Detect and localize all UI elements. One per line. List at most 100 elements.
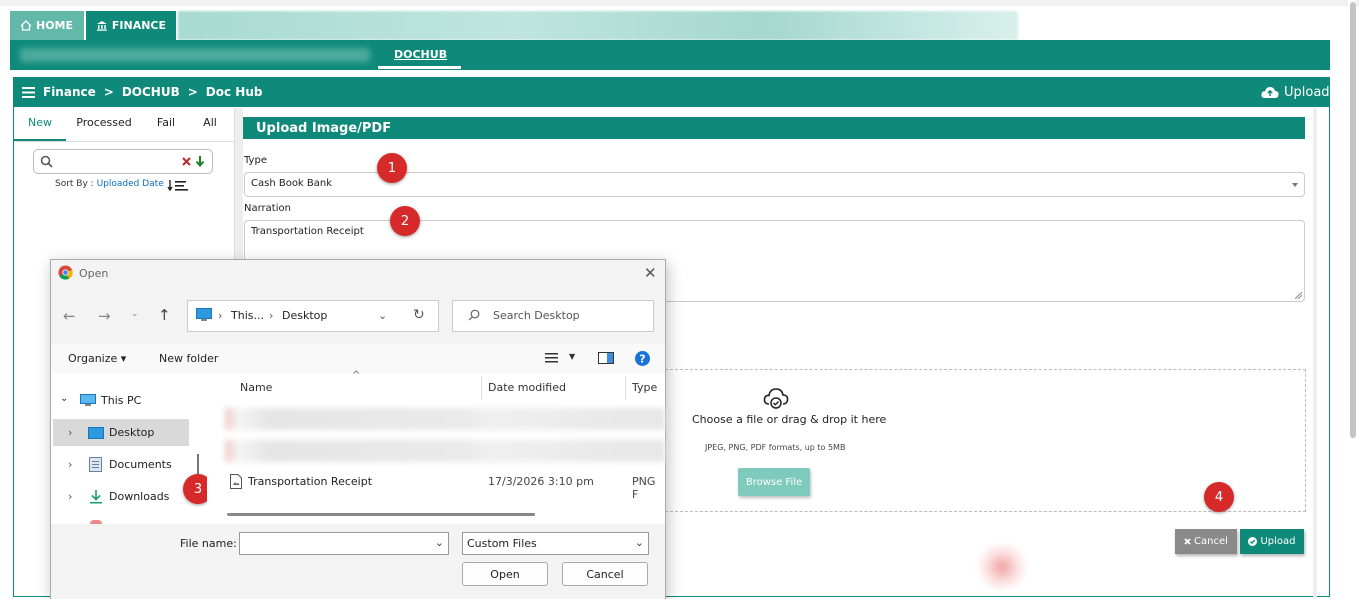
file-list-scrollbar[interactable] [227,513,535,516]
content-gutter-right [1313,108,1317,598]
svg-text:?: ? [639,353,645,366]
blurred-subnav-items [20,48,370,62]
desktop-folder-icon [88,427,104,439]
help-icon[interactable]: ? [635,351,650,366]
column-date-modified[interactable]: Date modified [488,381,566,394]
chevron-down-icon[interactable]: ⌄ [435,536,444,549]
breadcrumb-dochub[interactable]: DOCHUB [122,85,180,99]
new-folder-button[interactable]: New folder [159,352,218,365]
blurred-preview [972,545,1032,589]
upload-button[interactable]: Upload [1240,529,1304,554]
tree-item-documents[interactable]: Documents [109,458,172,471]
expand-documents-icon[interactable]: › [68,458,72,471]
tab-home-label: HOME [36,19,74,32]
resize-handle-icon[interactable] [1295,292,1302,299]
browse-file-button[interactable]: Browse File [738,468,810,496]
tab-fail[interactable]: Fail [142,116,190,140]
organize-menu[interactable]: Organize ▾ [68,352,126,365]
browser-top-strip [0,0,1359,6]
subnav-dochub[interactable]: DOCHUB [394,48,447,61]
preview-pane-icon[interactable] [598,352,614,364]
organize-label: Organize [68,352,118,365]
address-desktop[interactable]: Desktop [282,309,327,322]
upload-section-title: Upload Image/PDF [256,121,392,136]
expand-desktop-icon[interactable]: › [68,426,72,439]
blurred-file-row[interactable] [225,408,665,430]
address-this-pc[interactable]: This... [231,309,264,322]
dialog-search-placeholder: Search Desktop [493,309,580,322]
narration-value: Transportation Receipt [251,226,364,237]
check-circle-icon [1248,537,1258,546]
file-name-label: File name: [180,537,237,550]
breadcrumb-dochub-page: Doc Hub [205,85,263,99]
refresh-icon[interactable]: ↻ [413,307,425,323]
subnav-active-indicator [378,66,461,69]
sort-order-icon[interactable] [167,180,189,191]
dialog-cancel-button[interactable]: Cancel [562,562,648,586]
hamburger-menu-icon[interactable] [22,86,35,98]
view-dropdown-icon[interactable]: ▼ [569,352,575,361]
search-icon [468,309,480,321]
dialog-close-icon[interactable]: ✕ [644,264,657,282]
step-badge-1: 1 [377,153,407,183]
downloads-icon [90,490,102,504]
search-input[interactable] [33,149,213,174]
file-type-select[interactable]: Custom Files ⌄ [462,532,649,555]
status-tabs: New Processed Fail All [14,116,234,140]
tab-finance-label: FINANCE [111,19,166,32]
file-row[interactable]: Transportation Receipt 17/3/2026 3:10 pm… [207,466,665,501]
tab-new[interactable]: New [14,116,66,140]
image-file-icon [230,474,242,489]
column-type[interactable]: Type [632,381,657,394]
expand-downloads-icon[interactable]: › [68,490,72,503]
tree-item-this-pc[interactable]: This PC [101,394,141,407]
cancel-button[interactable]: Cancel [1175,529,1237,554]
header-upload-button[interactable]: Upload [1261,85,1330,100]
upload-label: Upload [1260,536,1296,547]
forward-icon[interactable]: → [98,307,111,325]
column-separator[interactable] [481,376,482,400]
bank-icon [96,21,107,31]
page-scrollbar-thumb[interactable] [1350,2,1356,438]
file-date: 17/3/2026 3:10 pm [488,475,594,488]
address-separator: › [269,309,274,322]
back-icon[interactable]: ← [63,307,76,325]
tree-item-desktop[interactable]: Desktop [109,426,154,439]
recent-locations-icon[interactable]: ⌄ [131,309,139,319]
drop-zone-formats: JPEG, PNG, PDF formats, up to 5MB [705,443,846,452]
sort-by-value[interactable]: Uploaded Date [97,179,164,189]
narration-label: Narration [244,203,291,214]
up-folder-icon[interactable]: ↑ [158,306,171,324]
tab-processed[interactable]: Processed [66,116,142,140]
tree-item-downloads[interactable]: Downloads [109,490,169,503]
close-icon [1184,538,1191,545]
tab-finance[interactable]: FINANCE [86,11,176,40]
type-select-value: Cash Book Bank [251,178,333,189]
address-dropdown-icon[interactable]: ⌄ [378,309,387,322]
chevron-down-icon: ⌄ [634,536,644,549]
upload-section-header [243,117,1305,139]
top-tabs: HOME FINANCE [10,11,176,40]
file-name-input[interactable]: ⌄ [239,532,449,555]
arrow-down-icon[interactable] [195,155,205,167]
type-label: Type [244,155,267,166]
sort-indicator-icon: ^ [352,370,361,381]
cancel-label: Cancel [1194,536,1228,547]
search-icon [40,155,53,168]
file-name: Transportation Receipt [248,475,373,488]
tab-all[interactable]: All [190,116,230,140]
column-separator[interactable] [625,376,626,400]
sort-by-label: Sort By : [55,179,94,189]
column-name[interactable]: Name [240,381,272,394]
cloud-check-icon [763,388,789,409]
view-list-icon[interactable] [545,353,558,363]
clear-icon[interactable] [182,157,191,166]
dialog-open-button[interactable]: Open [462,562,548,586]
file-type-value: Custom Files [467,537,537,550]
documents-icon [89,457,102,472]
tab-home[interactable]: HOME [10,11,84,40]
breadcrumb-finance[interactable]: Finance [43,85,96,99]
expand-this-pc-icon[interactable]: ⌄ [60,393,68,404]
header-upload-label: Upload [1284,85,1330,100]
blurred-file-row[interactable] [225,440,665,462]
